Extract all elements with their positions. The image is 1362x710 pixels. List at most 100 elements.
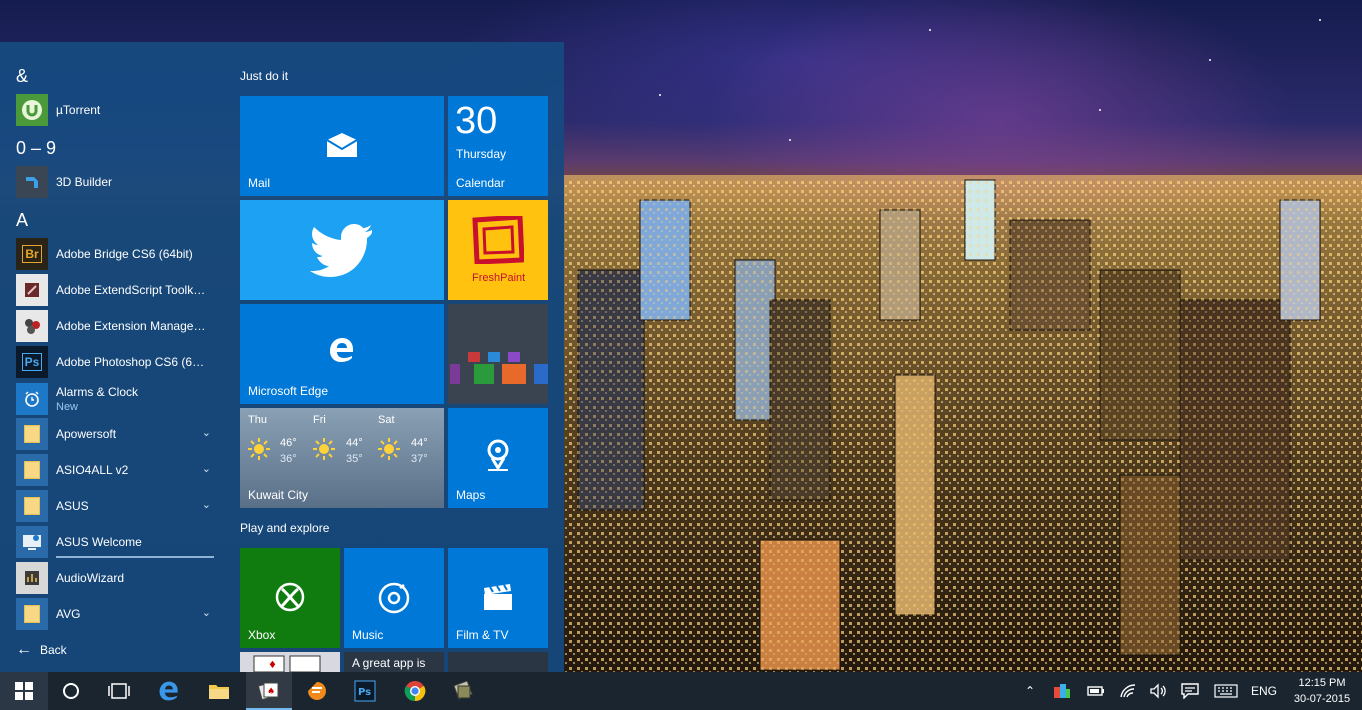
mail-icon [326,133,358,157]
taskbar-photoshop-button[interactable]: Ps [342,672,388,710]
adobe-bridge-icon: Br [16,238,48,270]
tile-twitter[interactable] [240,200,444,300]
maps-pin-icon [487,439,509,471]
fl-studio-icon [308,682,326,700]
action-center-button[interactable] [1178,672,1202,710]
app-item-photoshop[interactable]: Ps Adobe Photoshop CS6 (64 Bit) [16,346,221,378]
app-item-audiowizard[interactable]: AudioWizard [16,562,221,594]
app-item-extension-manager[interactable]: Adobe Extension Manager CS6 [16,310,221,342]
app-item-adobe-bridge[interactable]: Br Adobe Bridge CS6 (64bit) [16,238,221,270]
network-icon-button[interactable] [1116,672,1140,710]
tile-microsoft-edge[interactable]: Microsoft Edge [240,304,444,404]
tile-label: Maps [456,488,486,502]
svg-text:Ps: Ps [358,687,371,698]
chevron-up-icon: ⌃ [1024,684,1036,698]
edge-icon [330,338,353,362]
app-item-3d-builder[interactable]: 3D Builder [16,166,221,198]
taskbar-chrome-button[interactable] [392,672,438,710]
freshpaint-label: FreshPaint [472,272,526,284]
tile-film-tv[interactable]: Film & TV [448,548,548,648]
task-view-button[interactable] [96,672,142,710]
app-label: Adobe Bridge CS6 (64bit) [56,247,193,261]
group-header-symbols[interactable]: & [16,66,28,87]
tile-xbox[interactable]: Xbox [240,548,340,648]
weather-city: Kuwait City [248,488,309,502]
tile-label: Xbox [248,628,276,642]
folder-icon [209,685,229,699]
tile-weather[interactable]: Thu Fri Sat 46° 36° 44° 35° 44° 37° Kuwa… [240,408,444,508]
battery-icon [1087,686,1104,696]
taskbar: ♠ Ps ⌃ ENG 12:15 PM 30-07-2015 [0,672,1362,710]
tile-group-title-play-explore[interactable]: Play and explore [240,521,329,535]
tile-mail[interactable]: Mail [240,96,444,196]
app-item-utorrent[interactable]: µTorrent [16,94,221,126]
sun-icon [248,438,270,460]
show-hidden-icons-button[interactable]: ⌃ [1020,672,1040,710]
group-header-numbers[interactable]: 0 – 9 [16,138,56,159]
touch-keyboard-button[interactable] [1210,672,1242,710]
group-header-a[interactable]: A [16,210,28,231]
tile-freshpaint[interactable]: FreshPaint [448,200,548,300]
taskbar-file-explorer-button[interactable] [196,672,242,710]
tray-app-icon[interactable] [1050,672,1074,710]
tile-music[interactable]: Music [344,548,444,648]
chrome-icon [404,681,426,702]
colored-squares-icon [1054,684,1070,698]
photoshop-icon: Ps [354,680,376,702]
app-item-alarms-clock[interactable]: Alarms & Clock New [16,382,221,416]
clapperboard-icon [484,584,512,610]
tile-store[interactable] [448,304,548,404]
back-button[interactable]: ← Back [16,640,67,660]
sun-icon [313,438,335,460]
battery-icon-button[interactable] [1084,672,1108,710]
weather-day-name: Fri [313,414,326,426]
tile-calendar[interactable]: 30 Thursday Calendar [448,96,548,196]
weather-high: 44° [346,437,363,449]
start-button[interactable] [0,672,48,710]
app-item-extendscript[interactable]: Adobe ExtendScript Toolkit C... [16,274,221,306]
tile-solitaire[interactable]: ♦ [240,652,340,672]
taskbar-edge-button[interactable] [146,672,192,710]
photoshop-icon-text: Ps [21,353,43,371]
wifi-icon [1120,684,1136,698]
speaker-icon [1150,683,1166,699]
app-item-asio4all[interactable]: ASIO4ALL v2 ⌄ [16,454,221,486]
chevron-down-icon[interactable]: ⌄ [202,426,211,439]
app-cards-icon [453,681,473,700]
taskbar-solitaire-button[interactable]: ♠ [246,672,292,710]
alarm-clock-icon [16,383,48,415]
chevron-down-icon[interactable]: ⌄ [202,462,211,475]
chevron-down-icon[interactable]: ⌄ [202,498,211,511]
weather-high: 46° [280,437,297,449]
chevron-down-icon[interactable]: ⌄ [202,606,211,619]
weather-high: 44° [411,437,428,449]
taskbar-app-button[interactable] [440,672,486,710]
svg-text:♠: ♠ [267,687,275,697]
app-item-asus[interactable]: ASUS ⌄ [16,490,221,522]
windows-logo-icon [15,682,33,700]
tile-empty[interactable] [448,652,548,672]
app-item-apowersoft[interactable]: Apowersoft ⌄ [16,418,221,450]
taskbar-fl-studio-button[interactable] [294,672,340,710]
weather-day-name: Thu [248,414,267,426]
tile-label: Film & TV [456,628,509,642]
cortana-search-button[interactable] [48,672,94,710]
taskbar-clock[interactable]: 12:15 PM 30-07-2015 [1286,675,1358,707]
tile-store-promo[interactable]: A great app is [344,652,444,672]
all-apps-list: & µTorrent 0 – 9 3D Builder A Br Adobe B… [0,42,228,672]
cards-icon: ♦ [253,655,321,672]
clock-date: 30-07-2015 [1293,693,1351,705]
volume-icon-button[interactable] [1146,672,1170,710]
app-label: ASIO4ALL v2 [56,463,129,477]
calendar-weekday: Thursday [456,147,507,161]
app-item-avg[interactable]: AVG ⌄ [16,598,221,630]
app-item-asus-welcome[interactable]: ASUS Welcome [16,526,221,558]
music-disc-icon [378,582,410,614]
input-language-button[interactable]: ENG [1246,672,1282,710]
cortana-circle-icon [63,683,79,699]
tile-maps[interactable]: Maps [448,408,548,508]
arrow-left-icon: ← [16,641,32,658]
folder-icon [16,454,48,486]
tile-group-title-just-do-it[interactable]: Just do it [240,69,288,83]
new-badge: New [56,400,79,413]
